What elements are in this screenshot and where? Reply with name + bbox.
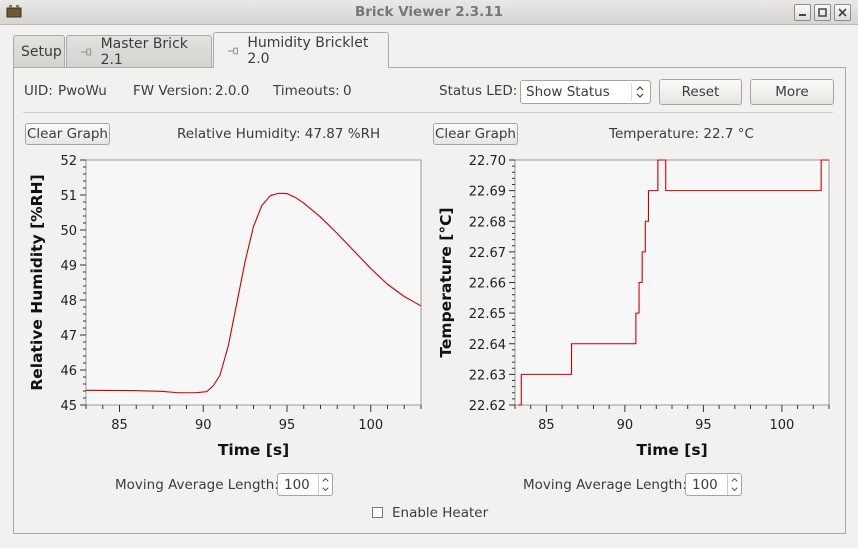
temperature-moving-average-spinbox[interactable]: 100 (685, 473, 742, 496)
status-led-select[interactable]: Show Status (520, 80, 651, 104)
humidity-chart: 85 90 95 100 45 46 47 48 49 50 51 52 Time [s] Relativ… (28, 154, 422, 459)
y-tick-label: 50 (60, 224, 77, 239)
spinbox-value: 100 (284, 476, 310, 493)
plot-area (85, 159, 422, 406)
minimize-icon (799, 14, 806, 16)
y-tick-label: 22.66 (469, 277, 506, 292)
tab-label: Master Brick 2.1 (100, 35, 188, 68)
tab-humidity-bricklet[interactable]: Humidity Bricklet 2.0 (213, 32, 389, 68)
x-tick-label: 85 (111, 418, 128, 433)
x-axis-label: Time [s] (218, 441, 289, 459)
tab-label: Humidity Bricklet 2.0 (247, 34, 369, 67)
uid-label: UID: (24, 83, 53, 99)
y-tick-label: 49 (60, 259, 77, 274)
title-bar: Brick Viewer 2.3.11 (0, 0, 858, 25)
fw-version-label: FW Version: (133, 83, 213, 99)
spinbox-value: 100 (692, 476, 718, 493)
temperature-readout: Temperature: 22.7 °C (609, 126, 754, 142)
status-led-label: Status LED: (439, 83, 518, 99)
y-axis-label: Relative Humidity [%RH] (28, 174, 46, 390)
separator (23, 112, 833, 113)
enable-heater-checkbox[interactable] (372, 507, 383, 518)
unplug-icon (80, 48, 92, 55)
temperature-chart: 85 90 95 100 22.62 22.63 22.64 22.65 22.66 22.67 2… (437, 154, 830, 459)
x-tick-label: 90 (617, 418, 634, 433)
status-led-value: Show Status (526, 84, 610, 100)
humidity-clear-graph-button[interactable]: Clear Graph (25, 123, 110, 145)
unplug-icon (227, 47, 238, 54)
uid-value: PwoWu (58, 83, 107, 99)
x-tick-label: 100 (358, 418, 383, 433)
updown-arrows-icon (631, 83, 644, 101)
y-tick-label: 48 (60, 294, 77, 309)
y-tick-label: 47 (60, 329, 77, 344)
spin-arrows-icon[interactable] (318, 474, 332, 495)
close-button[interactable] (834, 4, 851, 21)
y-tick-label: 22.65 (469, 307, 506, 322)
minimize-button[interactable] (794, 4, 811, 21)
humidity-moving-average-label: Moving Average Length: (115, 477, 279, 493)
plot-area (514, 159, 830, 406)
tab-setup[interactable]: Setup (13, 35, 65, 67)
timeouts-label: Timeouts: (273, 83, 340, 99)
temperature-clear-graph-button[interactable]: Clear Graph (433, 123, 518, 145)
y-axis-label: Temperature [°C] (437, 207, 455, 357)
x-tick-label: 95 (695, 418, 712, 433)
timeouts-value: 0 (343, 83, 352, 99)
enable-heater-label: Enable Heater (392, 505, 489, 521)
more-button[interactable]: More (750, 79, 834, 105)
temperature-moving-average-label: Moving Average Length: (523, 477, 687, 493)
close-icon (838, 8, 847, 17)
humidity-moving-average-spinbox[interactable]: 100 (277, 473, 333, 496)
y-tick-label: 45 (60, 399, 77, 414)
y-tick-label: 22.69 (469, 185, 506, 200)
x-tick-label: 100 (769, 418, 794, 433)
y-tick-label: 22.64 (469, 338, 506, 353)
y-tick-label: 22.68 (469, 215, 506, 230)
y-tick-label: 52 (60, 154, 77, 169)
y-tick-label: 22.62 (469, 399, 506, 414)
y-tick-label: 22.67 (469, 246, 506, 261)
humidity-readout: Relative Humidity: 47.87 %RH (177, 126, 381, 142)
maximize-button[interactable] (814, 4, 831, 21)
x-tick-label: 85 (538, 418, 555, 433)
spin-arrows-icon[interactable] (727, 474, 741, 495)
x-tick-label: 90 (195, 418, 212, 433)
tab-master-brick[interactable]: Master Brick 2.1 (66, 35, 212, 68)
y-tick-label: 46 (60, 364, 77, 379)
y-tick-label: 22.63 (469, 368, 506, 383)
x-tick-label: 95 (279, 418, 296, 433)
window-title: Brick Viewer 2.3.11 (354, 4, 504, 20)
tab-label: Setup (21, 43, 62, 60)
x-axis-label: Time [s] (636, 441, 707, 459)
maximize-icon (818, 8, 827, 17)
y-tick-label: 22.70 (469, 154, 506, 169)
reset-button[interactable]: Reset (659, 79, 742, 105)
y-tick-label: 51 (60, 189, 77, 204)
fw-version-value: 2.0.0 (215, 83, 250, 99)
